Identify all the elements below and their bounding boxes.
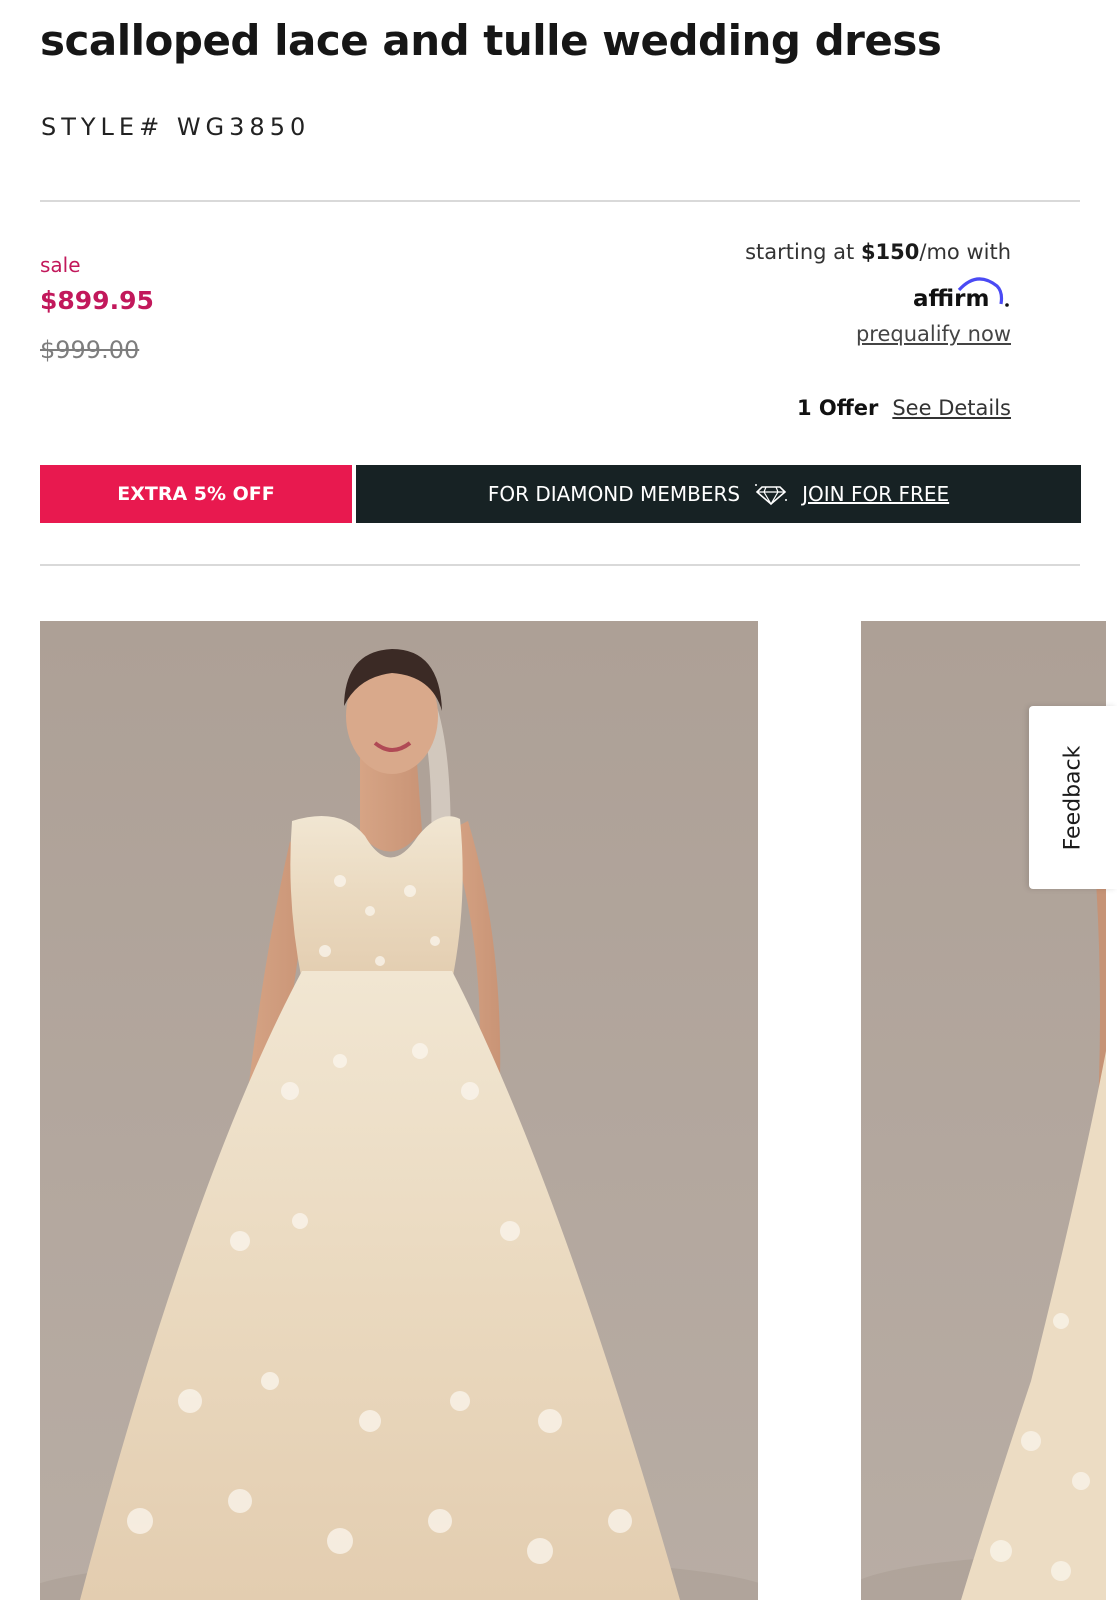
prequalify-link[interactable]: prequalify now — [856, 322, 1011, 346]
extra-discount-badge: EXTRA 5% OFF — [40, 465, 352, 523]
join-for-free-link[interactable]: JOIN FOR FREE — [802, 482, 949, 506]
product-title: scalloped lace and tulle wedding dress — [40, 16, 942, 65]
product-page: scalloped lace and tulle wedding dress S… — [0, 0, 1117, 1600]
diamond-members-label: FOR DIAMOND MEMBERS — [487, 482, 741, 506]
dress-model-image — [40, 649, 758, 1600]
see-details-link[interactable]: See Details — [892, 396, 1011, 420]
feedback-label: Feedback — [1060, 745, 1086, 850]
style-number: STYLE# WG3850 — [41, 113, 311, 141]
feedback-tab[interactable]: Feedback — [1029, 706, 1117, 889]
svg-text:affirm: affirm — [913, 286, 989, 312]
offers-row: 1 Offer See Details — [797, 396, 1011, 420]
top-divider — [40, 200, 1080, 202]
financing-prefix: starting at — [745, 240, 861, 264]
main-product-photo[interactable] — [40, 621, 758, 1600]
financing-text: starting at $150/mo with — [745, 240, 1011, 264]
financing-amount: $150 — [860, 240, 920, 264]
mid-divider — [40, 564, 1080, 566]
promo-banner: EXTRA 5% OFF FOR DIAMOND MEMBERS JOIN FO… — [40, 465, 1081, 523]
diamond-members-bar: FOR DIAMOND MEMBERS JOIN FOR FREE — [356, 465, 1081, 523]
sale-price: $899.95 — [40, 286, 154, 315]
sale-label: sale — [40, 253, 81, 277]
affirm-logo-icon: affirm — [913, 277, 1009, 312]
offer-count: 1 Offer — [796, 396, 879, 420]
financing-suffix: /mo with — [919, 240, 1011, 264]
diamond-icon — [755, 484, 788, 506]
original-price: $999.00 — [40, 336, 140, 364]
